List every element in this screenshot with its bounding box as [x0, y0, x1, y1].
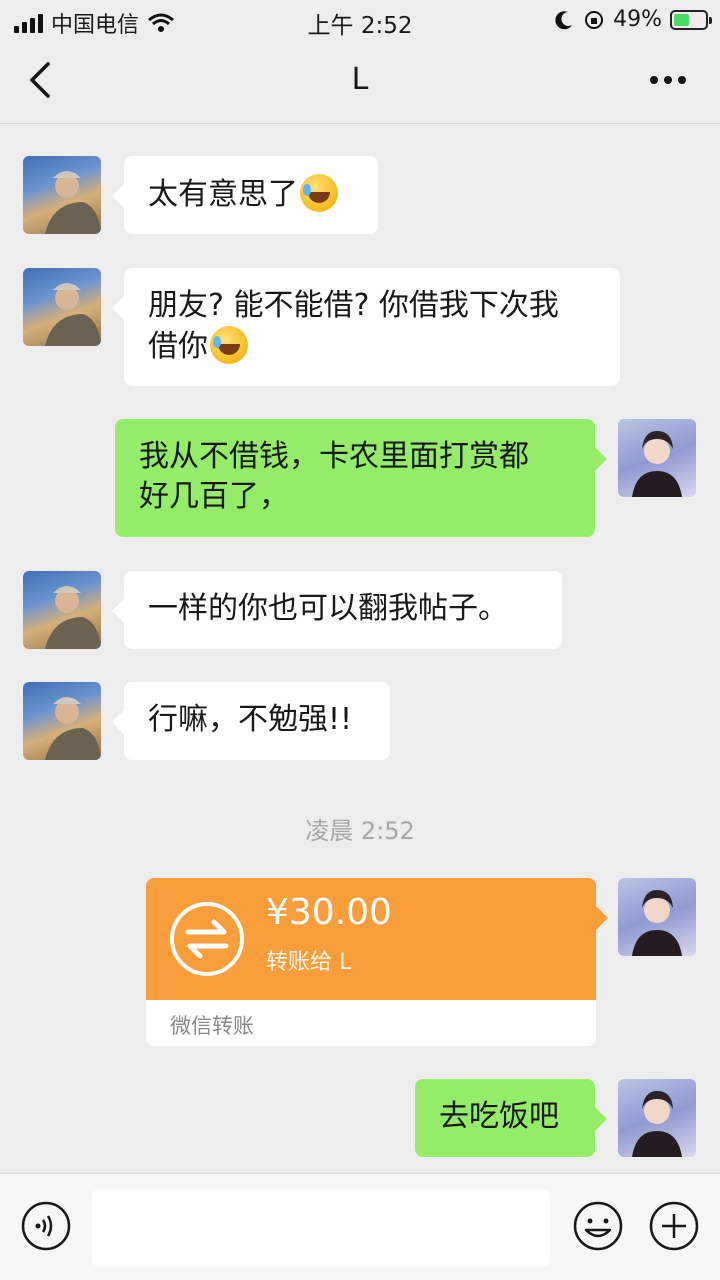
message-bubble-sent[interactable]: 去吃饭吧 [415, 1079, 607, 1157]
nav-bar: L [0, 40, 720, 124]
transfer-description: 转账给 L [266, 950, 352, 975]
timestamp: 凌晨 2:52 [305, 817, 415, 845]
message-bubble-sent[interactable]: 我从不借钱，卡农里面打赏都 好几百了， [115, 419, 607, 537]
message-text: 一样的你也可以翻我帖子。 [148, 591, 508, 626]
friend-avatar[interactable] [23, 268, 101, 346]
message-text-line: 好几百了， [139, 479, 289, 514]
laughing-crying-emoji-icon [300, 174, 338, 212]
chat-screen: 中国电信 上午 2:52 49% L 太有意思了 朋友? 能不能借? 你借我下次… [0, 0, 720, 1280]
message-text-line: 借你 [148, 329, 208, 364]
rotation-lock-icon [585, 10, 604, 29]
transfer-amount: ¥30.00 [266, 892, 392, 933]
battery-percent: 49% [613, 7, 662, 32]
message-text: 去吃饭吧 [439, 1099, 559, 1134]
more-icon[interactable] [646, 60, 690, 100]
message-bubble[interactable]: 朋友? 能不能借? 你借我下次我 借你 [112, 268, 620, 386]
message-text-line: 朋友? 能不能借? 你借我下次我 [148, 288, 559, 323]
friend-avatar[interactable] [23, 571, 101, 649]
message-text-line: 我从不借钱，卡农里面打赏都 [139, 439, 529, 474]
laughing-crying-emoji-icon [210, 326, 248, 364]
my-avatar[interactable] [618, 878, 696, 956]
transfer-card[interactable]: ¥30.00 转账给 L 微信转账 [146, 878, 608, 1046]
transfer-footer: 微信转账 [146, 1000, 596, 1046]
transfer-icon [170, 902, 244, 976]
emoji-icon[interactable] [572, 1200, 624, 1252]
message-list[interactable]: 太有意思了 朋友? 能不能借? 你借我下次我 借你 我从不借钱，卡农里面打赏都 … [0, 125, 720, 1173]
message-bubble[interactable]: 太有意思了 [112, 156, 378, 234]
chat-title: L [351, 62, 369, 97]
my-avatar[interactable] [618, 419, 696, 497]
message-bubble[interactable]: 一样的你也可以翻我帖子。 [112, 571, 562, 649]
message-text: 太有意思了 [148, 177, 298, 212]
input-bar [0, 1173, 720, 1280]
message-bubble[interactable]: 行嘛，不勉强!! [112, 682, 390, 760]
status-bar: 中国电信 上午 2:52 49% [0, 0, 720, 40]
battery-icon [670, 9, 712, 30]
message-text: 行嘛，不勉强!! [148, 702, 353, 737]
friend-avatar[interactable] [23, 682, 101, 760]
my-avatar[interactable] [618, 1079, 696, 1157]
moon-icon [555, 10, 573, 29]
plus-icon[interactable] [648, 1200, 700, 1252]
transfer-card-header: ¥30.00 转账给 L [146, 878, 608, 1000]
voice-input-icon[interactable] [20, 1200, 72, 1252]
friend-avatar[interactable] [23, 156, 101, 234]
message-input[interactable] [92, 1190, 550, 1266]
